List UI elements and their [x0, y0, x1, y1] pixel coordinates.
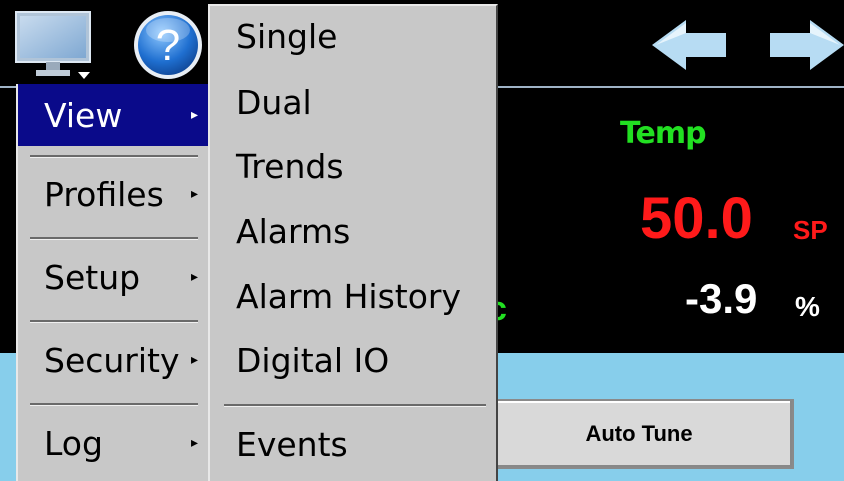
menu-separator	[30, 237, 198, 240]
submenu-item-alarms[interactable]: Alarms	[210, 199, 496, 263]
menu-separator	[30, 320, 198, 323]
menu-item-label: Security	[44, 340, 180, 380]
submenu-arrow-icon: ▸	[190, 352, 198, 368]
submenu-arrow-icon: ▸	[190, 435, 198, 451]
menu-item-label: Log	[44, 423, 103, 463]
submenu-item-events[interactable]: Events	[210, 412, 496, 476]
monitor-icon[interactable]	[14, 10, 96, 80]
submenu-item-dual[interactable]: Dual	[210, 70, 496, 134]
submenu-arrow-icon: ▸	[190, 269, 198, 285]
submenu-arrow-icon: ▸	[190, 186, 198, 202]
menu-item-security[interactable]: Security ▸	[18, 329, 208, 391]
menu-separator	[30, 155, 198, 158]
process-unit: SP	[793, 215, 828, 245]
menu-item-setup[interactable]: Setup ▸	[18, 246, 208, 308]
loop-name: Temp	[620, 116, 707, 151]
submenu-item-digital-io[interactable]: Digital IO	[210, 328, 496, 392]
submenu-arrow-icon: ▸	[190, 107, 198, 123]
submenu-item-trends[interactable]: Trends	[210, 134, 496, 198]
menu-separator	[30, 403, 198, 406]
menu-item-view[interactable]: View ▸	[18, 84, 208, 146]
svg-text:?: ?	[156, 21, 180, 70]
arrow-right-icon[interactable]	[762, 20, 844, 70]
menu-item-label: Profiles	[44, 174, 164, 214]
submenu-item-single[interactable]: Single	[210, 4, 496, 68]
output-unit: %	[795, 291, 820, 322]
submenu-item-alarm-history[interactable]: Alarm History	[210, 264, 496, 328]
menu-item-log[interactable]: Log ▸	[18, 412, 208, 474]
view-submenu: Single Dual Trends Alarms Alarm History …	[208, 4, 498, 481]
menu-item-profiles[interactable]: Profiles ▸	[18, 163, 208, 225]
submenu-separator	[224, 404, 486, 407]
arrow-left-icon[interactable]	[652, 20, 734, 70]
main-menu: View ▸ Profiles ▸ Setup ▸ Security ▸ Log…	[16, 84, 210, 481]
menu-item-label: View	[44, 95, 123, 135]
help-icon[interactable]: ?	[131, 8, 205, 82]
process-value: 50.0	[640, 186, 753, 251]
output-value: -3.9	[685, 275, 758, 322]
menu-item-label: Setup	[44, 257, 141, 297]
auto-tune-button[interactable]: Auto Tune	[484, 399, 794, 469]
